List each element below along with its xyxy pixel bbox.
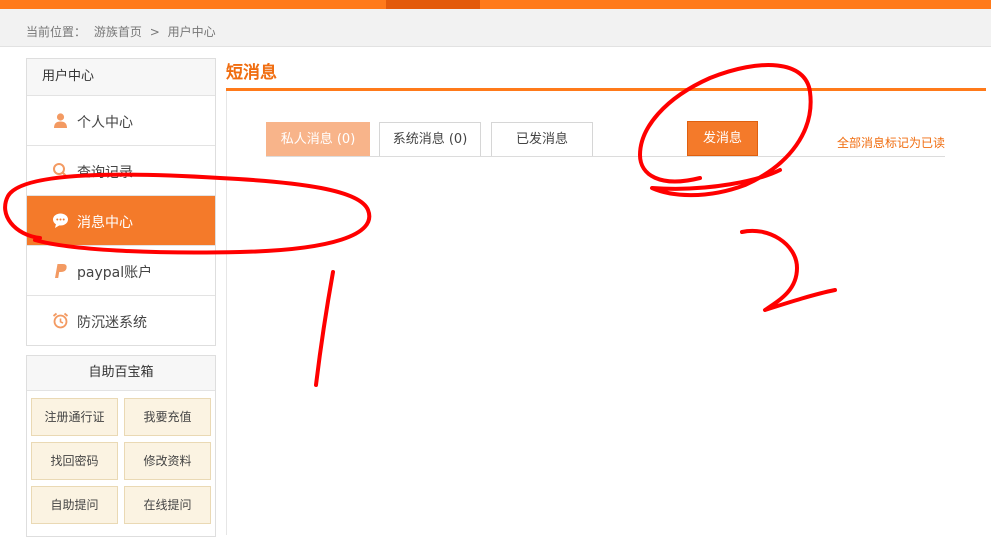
sidebar-item-query-records[interactable]: 查询记录 [27, 146, 215, 196]
sidebar-item-label: 消息中心 [77, 215, 133, 231]
page-title: 短消息 [226, 63, 277, 83]
sidebar-item-label: 防沉迷系统 [77, 315, 147, 331]
tab-private-messages[interactable]: 私人消息 (0) [266, 122, 370, 157]
top-accent-segment [386, 0, 480, 9]
sidebar: 用户中心 个人中心 查询记录 消息中心 paypal账户 防沉迷系统 [26, 58, 216, 346]
sidebar-item-anti-addiction[interactable]: 防沉迷系统 [27, 296, 215, 345]
sidebar-item-paypal-account[interactable]: paypal账户 [27, 246, 215, 296]
tab-system-messages[interactable]: 系统消息 (0) [379, 122, 481, 157]
sidebar-item-personal-center[interactable]: 个人中心 [27, 96, 215, 146]
top-accent-bar [0, 0, 991, 9]
sidebar-item-label: 查询记录 [77, 165, 133, 181]
toolbox-title: 自助百宝箱 [27, 356, 215, 391]
sidebar-item-message-center[interactable]: 消息中心 [27, 196, 215, 246]
message-panel [226, 91, 987, 535]
sidebar-title: 用户中心 [27, 59, 215, 96]
tab-divider [266, 156, 945, 157]
breadcrumb-prefix: 当前位置： [26, 25, 87, 39]
alarm-clock-icon [52, 312, 69, 329]
breadcrumb-separator: > [149, 25, 160, 39]
mark-all-read-link[interactable]: 全部消息标记为已读 [837, 134, 945, 151]
tab-sent-messages[interactable]: 已发消息 [491, 122, 593, 157]
breadcrumb: 当前位置： 游族首页 > 用户中心 [26, 23, 220, 40]
user-icon [54, 113, 67, 128]
breadcrumb-home-link[interactable]: 游族首页 [94, 25, 142, 39]
retrieve-password-button[interactable]: 找回密码 [31, 442, 118, 480]
search-icon [53, 163, 68, 178]
breadcrumb-bar: 当前位置： 游族首页 > 用户中心 [0, 9, 991, 47]
chat-bubble-icon [53, 213, 68, 228]
send-message-button[interactable]: 发消息 [687, 121, 758, 156]
sidebar-item-label: 个人中心 [77, 115, 133, 131]
recharge-button[interactable]: 我要充值 [124, 398, 211, 436]
edit-profile-button[interactable]: 修改资料 [124, 442, 211, 480]
register-pass-button[interactable]: 注册通行证 [31, 398, 118, 436]
breadcrumb-current: 用户中心 [167, 25, 216, 39]
sidebar-item-label: paypal账户 [77, 265, 153, 281]
toolbox-panel: 自助百宝箱 注册通行证 我要充值 找回密码 修改资料 自助提问 在线提问 [26, 355, 216, 537]
online-question-button[interactable]: 在线提问 [124, 486, 211, 524]
self-help-question-button[interactable]: 自助提问 [31, 486, 118, 524]
paypal-icon [55, 264, 67, 278]
